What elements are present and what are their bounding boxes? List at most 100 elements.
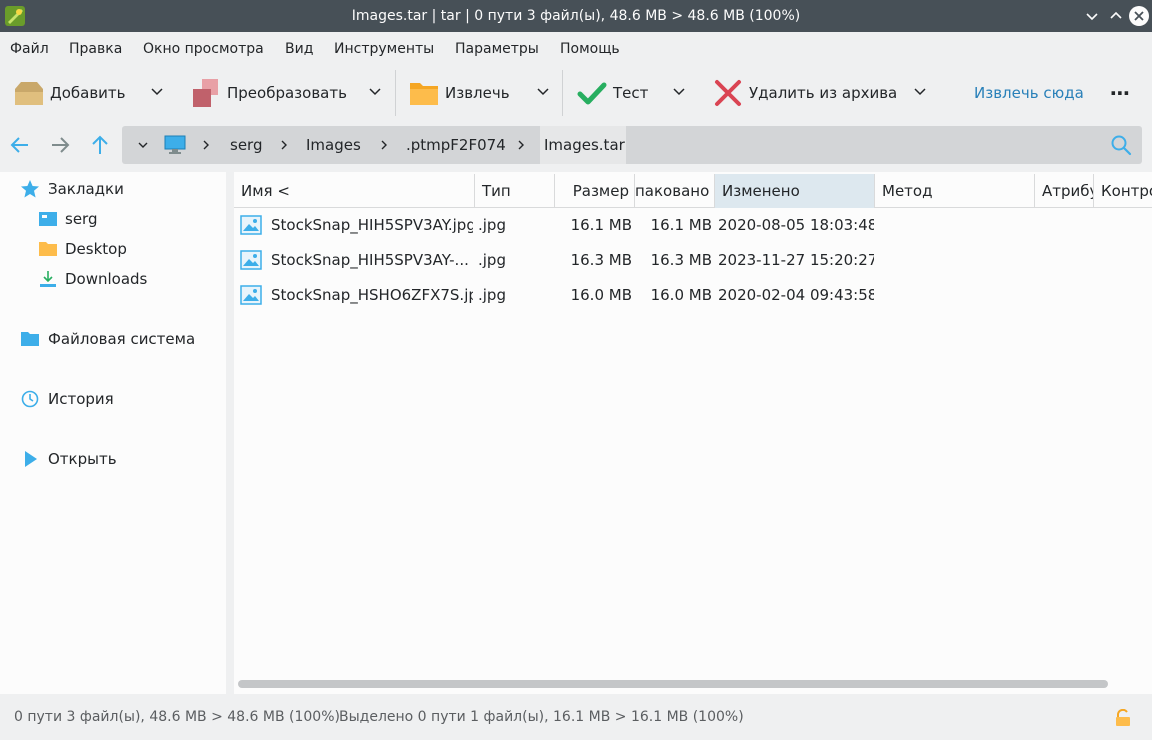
back-icon[interactable] [8,133,32,157]
sidebar-history[interactable]: История [20,389,114,409]
cell-type: .jpg [478,216,506,234]
convert-button[interactable]: Преобразовать [190,74,347,112]
cell-size: 16.3 MB [570,251,632,269]
panel-splitter[interactable] [226,172,234,694]
sidebar: Закладки serg Desktop Downloads Файловая… [0,172,226,694]
breadcrumb-item[interactable]: serg [230,126,262,164]
extract-label: Извлечь [445,84,510,102]
convert-label: Преобразовать [227,84,347,102]
chevron-down-icon[interactable] [150,84,164,98]
column-attributes[interactable]: Атрибу [1035,174,1094,208]
menu-tools[interactable]: Инструменты [334,32,434,66]
chevron-down-icon[interactable] [672,84,686,98]
image-file-icon [240,215,262,235]
file-table: Имя < Тип Размер паковано Изменено Метод… [234,172,1152,694]
chevron-down-icon[interactable] [137,139,149,151]
folder-icon [39,242,57,256]
chevron-right-icon [381,140,387,150]
sidebar-label: Файловая система [48,330,196,348]
column-method[interactable]: Метод [875,174,1035,208]
table-row[interactable]: StockSnap_HIH5SPV3AY.jpg .jpg 16.1 MB 16… [234,208,1152,243]
menu-edit[interactable]: Правка [69,32,122,66]
extract-button[interactable]: Извлечь [408,74,510,112]
convert-icon [193,79,218,107]
column-modified[interactable]: Изменено [715,174,875,208]
cell-modified: 2020-02-04 09:43:58 [718,286,874,304]
chevron-down-icon[interactable] [913,84,927,98]
horizontal-scrollbar[interactable] [238,680,1108,688]
toolbar: Добавить Преобразовать Извлечь Тест Удал… [0,66,1152,122]
column-type[interactable]: Тип [475,174,555,208]
menu-bar: Файл Правка Окно просмотра Вид Инструмен… [0,32,1152,66]
extract-here-label: Извлечь сюда [974,84,1084,102]
image-file-icon [240,250,262,270]
menu-view[interactable]: Вид [285,32,313,66]
minimize-icon[interactable] [1082,6,1102,26]
status-selection-info: Выделено 0 пути 1 файл(ы), 16.1 MB > 16.… [339,709,744,725]
sidebar-item-downloads[interactable]: Downloads [38,269,147,289]
sidebar-label: Downloads [65,270,148,288]
computer-icon[interactable] [164,135,186,155]
breadcrumb-item[interactable]: .ptmpF2F074 [406,126,506,164]
table-row[interactable]: StockSnap_HSHO6ZFX7S.jpg .jpg 16.0 MB 16… [234,278,1152,313]
sidebar-label: serg [65,210,98,228]
cell-packed: 16.0 MB [650,286,712,304]
status-archive-info: 0 пути 3 файл(ы), 48.6 MB > 48.6 MB (100… [14,709,340,725]
table-row[interactable]: StockSnap_HIH5SPV3AY-... .jpg 16.3 MB 16… [234,243,1152,278]
toolbar-separator [562,70,563,116]
chevron-right-icon [203,140,209,150]
sidebar-label: Desktop [65,240,127,258]
download-icon [40,271,56,287]
status-bar: 0 пути 3 файл(ы), 48.6 MB > 48.6 MB (100… [0,694,1152,740]
close-icon[interactable] [1128,5,1150,27]
window-title: Images.tar | tar | 0 пути 3 файл(ы), 48.… [351,8,801,24]
sidebar-item-serg[interactable]: serg [38,209,97,229]
lock-icon[interactable] [1114,709,1132,727]
cell-name: StockSnap_HIH5SPV3AY.jpg [271,216,473,234]
column-checksum[interactable]: Контро [1094,174,1152,208]
column-packed[interactable]: паковано [635,174,715,208]
delete-icon [715,80,741,106]
sidebar-item-desktop[interactable]: Desktop [38,239,127,259]
cell-size: 16.0 MB [570,286,632,304]
cell-name: StockSnap_HSHO6ZFX7S.jpg [271,286,473,304]
menu-file[interactable]: Файл [10,32,49,66]
sidebar-bookmarks[interactable]: Закладки [20,179,124,199]
table-header: Имя < Тип Размер паковано Изменено Метод… [234,174,1152,208]
play-icon [25,451,37,467]
add-label: Добавить [50,84,126,102]
cell-size: 16.1 MB [570,216,632,234]
delete-button[interactable]: Удалить из архива [712,74,897,112]
test-button[interactable]: Тест [576,74,648,112]
check-icon [577,82,607,105]
forward-icon[interactable] [48,133,72,157]
more-button[interactable]: ⋯ [1110,74,1130,112]
test-label: Тест [613,84,649,102]
menu-settings[interactable]: Параметры [455,32,539,66]
home-folder-icon [39,212,57,226]
column-name[interactable]: Имя < [234,174,475,208]
extract-here-button[interactable]: Извлечь сюда [974,74,1084,112]
cell-modified: 2020-08-05 18:03:48 [718,216,874,234]
cell-packed: 16.3 MB [650,251,712,269]
add-icon [15,82,43,105]
toolbar-separator [395,70,396,116]
add-button[interactable]: Добавить [13,74,126,112]
sidebar-label: История [48,390,114,408]
sidebar-filesystem[interactable]: Файловая система [20,329,195,349]
cell-type: .jpg [478,251,506,269]
sidebar-open[interactable]: Открыть [20,449,117,469]
image-file-icon [240,285,262,305]
maximize-icon[interactable] [1106,6,1126,26]
menu-viewer[interactable]: Окно просмотра [143,32,264,66]
cell-type: .jpg [478,286,506,304]
breadcrumb-item[interactable]: Images [306,126,361,164]
menu-help[interactable]: Помощь [560,32,620,66]
search-icon[interactable] [1110,134,1132,156]
chevron-down-icon[interactable] [368,84,382,98]
up-icon[interactable] [88,133,112,157]
cell-name: StockSnap_HIH5SPV3AY-... [271,251,469,269]
column-size[interactable]: Размер [555,174,635,208]
chevron-down-icon[interactable] [536,84,550,98]
breadcrumb-item-current[interactable]: Images.tar [544,126,625,164]
